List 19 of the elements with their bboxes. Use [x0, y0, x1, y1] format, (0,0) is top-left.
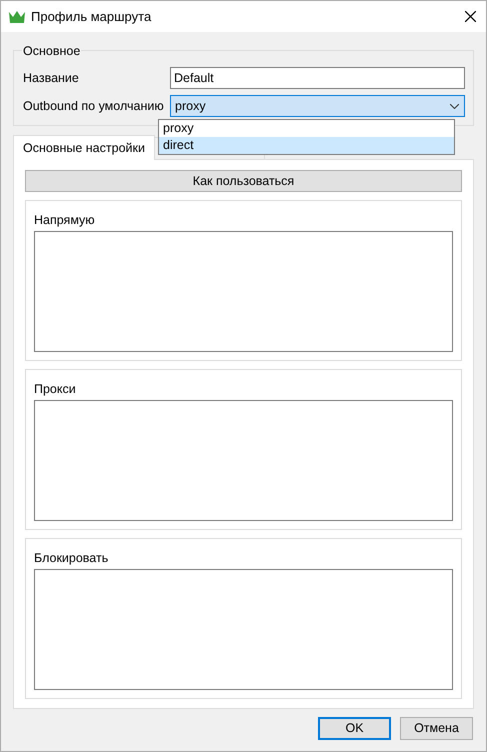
section-title: Прокси: [34, 381, 77, 397]
dropdown-option[interactable]: direct: [159, 137, 454, 154]
outbound-dropdown[interactable]: proxy: [170, 95, 465, 117]
chevron-icon: [450, 104, 459, 108]
section-title: Блокировать: [34, 550, 110, 566]
field-label: Название: [23, 70, 80, 87]
crown-icon: [9, 10, 25, 22]
close-icon[interactable]: [465, 11, 476, 22]
name-field[interactable]: Default: [170, 67, 465, 89]
field-label: Outbound по умолчанию: [23, 98, 165, 115]
dialog-button[interactable]: Отмена: [400, 717, 473, 740]
section-title: Напрямую: [34, 212, 96, 228]
text-area[interactable]: [34, 569, 453, 690]
tab[interactable]: Основные настройки: [13, 135, 155, 160]
window-title: Профиль маршрута: [31, 8, 152, 26]
help-button[interactable]: Как пользоваться: [25, 170, 462, 192]
dialog-button[interactable]: OK: [318, 717, 391, 740]
text-area[interactable]: [34, 231, 453, 352]
text-area[interactable]: [34, 400, 453, 521]
